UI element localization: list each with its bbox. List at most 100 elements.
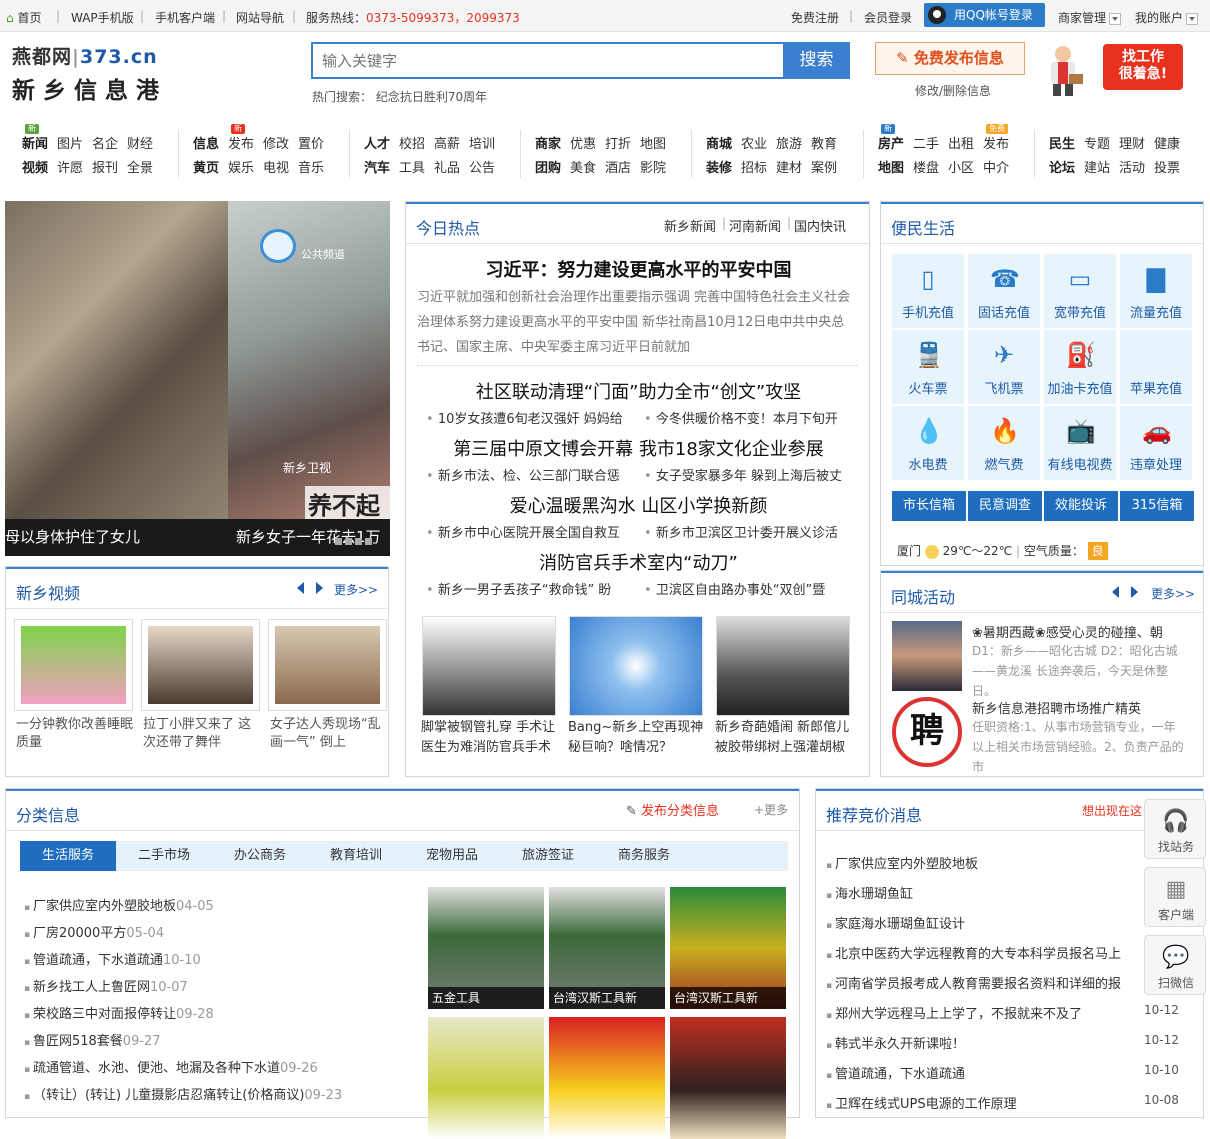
video-caption[interactable]: 一分钟教你改善睡眠质量 (16, 716, 136, 752)
hot-subitem[interactable]: 新乡市中心医院开展全国自救互 (426, 522, 620, 541)
classified-tab[interactable]: 办公商务 (212, 841, 308, 871)
hot-headline[interactable]: 爱心温暖黑沟水 山区小学换新颜 (406, 492, 871, 518)
recommend-item[interactable]: 海水珊瑚鱼缸 (826, 883, 1146, 902)
nav-link[interactable]: 二手 (913, 133, 939, 152)
nav-link[interactable]: 建站 (1084, 157, 1110, 176)
nav-link[interactable]: 装修 (706, 157, 732, 176)
product-image[interactable]: 台湾汉斯工具新 (549, 887, 665, 1009)
nav-link[interactable]: 名企 (92, 133, 118, 152)
next-arrow-icon[interactable] (1131, 586, 1138, 598)
publish-classified-link[interactable]: ✎ 发布分类信息 (626, 800, 719, 819)
hot-subitem[interactable]: 女子受家暴多年 躲到上海后被丈 (644, 465, 842, 484)
hot-headline[interactable]: 第三届中原文博会开幕 我市18家文化企业参展 (406, 435, 871, 461)
nav-link[interactable]: 打折 (605, 133, 631, 152)
classified-tab[interactable]: 生活服务 (20, 841, 116, 871)
nav-link[interactable]: 酒店 (605, 157, 631, 176)
float-headset-button[interactable]: 🎧 找站务 (1144, 799, 1206, 859)
float-qrcode-button[interactable]: ▦ 客户端 (1144, 867, 1206, 927)
wap-link[interactable]: WAP手机版 (71, 9, 134, 26)
recommend-item[interactable]: 河南省学员报考成人教育需要报名资料和详细的报 (826, 973, 1146, 992)
nav-link[interactable]: 地图 (878, 157, 904, 176)
news-photo[interactable] (422, 616, 556, 716)
service-landline[interactable]: ☎ 固话充值 (968, 254, 1040, 328)
service-car[interactable]: 🚗 违章处理 (1120, 406, 1192, 480)
nav-link[interactable]: 音乐 (298, 157, 324, 176)
news-photo[interactable] (716, 616, 850, 716)
video-thumbnail[interactable] (141, 619, 260, 711)
nav-link[interactable]: 黄页 (193, 157, 219, 176)
nav-link[interactable]: 发布 (983, 133, 1009, 152)
client-link[interactable]: 手机客户端 (155, 9, 215, 26)
activity-image[interactable] (892, 621, 962, 691)
float-wechat-button[interactable]: 💬 扫微信 (1144, 935, 1206, 995)
hot-subitem[interactable]: 今冬供暖价格不变！本月下旬开 (644, 408, 838, 427)
nav-link[interactable]: 中介 (983, 157, 1009, 176)
service-water[interactable]: 💧 水电费 (892, 406, 964, 480)
edit-info-link[interactable]: 修改/删除信息 (915, 82, 991, 99)
nav-link[interactable]: 论坛 (1049, 157, 1075, 176)
hot-tab[interactable]: 国内快讯 (794, 216, 846, 235)
slide-caption[interactable]: 母以身体护住了女儿 新乡女子一年花去1万 (5, 519, 390, 556)
product-image[interactable] (428, 1017, 544, 1139)
register-link[interactable]: 免费注册 (791, 9, 839, 26)
nav-link[interactable]: 信息 (193, 133, 219, 152)
publish-info-button[interactable]: ✎ 免费发布信息 (875, 42, 1025, 75)
nav-link[interactable]: 校招 (399, 133, 425, 152)
life-button[interactable]: 民意调查 (968, 491, 1042, 521)
nav-link[interactable]: 图片 (57, 133, 83, 152)
nav-link[interactable]: 理财 (1119, 133, 1145, 152)
prev-arrow-icon[interactable] (1112, 586, 1119, 598)
nav-link[interactable]: 活动 (1119, 157, 1145, 176)
service-fuel[interactable]: ⛽ 加油卡充值 (1044, 330, 1116, 404)
news-slideshow[interactable]: 公共频道 新乡卫视 养不起的 母以身体护住了女儿 新乡女子一年花去1万 (5, 201, 390, 556)
nav-link[interactable]: 娱乐 (228, 157, 254, 176)
next-arrow-icon[interactable] (316, 582, 323, 594)
nav-link[interactable]: 报刊 (92, 157, 118, 176)
classified-tab[interactable]: 二手市场 (116, 841, 212, 871)
activity-image[interactable]: 聘 (892, 697, 962, 767)
classified-item[interactable]: 管道疏通，下水道疏通10-10 (24, 949, 201, 968)
nav-link[interactable]: 商家 (535, 133, 561, 152)
classified-tab[interactable]: 教育培训 (308, 841, 404, 871)
hot-tab[interactable]: 河南新闻 (729, 216, 781, 235)
nav-link[interactable]: 公告 (469, 157, 495, 176)
login-link[interactable]: 会员登录 (864, 9, 912, 26)
video-caption[interactable]: 女子达人秀现场“乱画一气” 倒上 (270, 716, 390, 752)
search-button[interactable]: 搜索 (783, 42, 850, 79)
classified-item[interactable]: 疏通管道、水池、便池、地漏及各种下水道09-26 (24, 1057, 318, 1076)
service-flame[interactable]: 🔥 燃气费 (968, 406, 1040, 480)
service-plane[interactable]: ✈ 飞机票 (968, 330, 1040, 404)
video-thumbnail[interactable] (268, 619, 387, 711)
service-router[interactable]: ▭ 宽带充值 (1044, 254, 1116, 328)
photo-caption[interactable]: 新乡奇葩婚闹 新郎倌儿被胶带绑树上强灌胡椒 (715, 718, 853, 758)
nav-link[interactable]: 工具 (399, 157, 425, 176)
video-thumbnail[interactable] (14, 619, 133, 711)
nav-link[interactable]: 民生 (1049, 133, 1075, 152)
search-input[interactable] (313, 44, 784, 77)
service-signal[interactable]: ▇ 流量充值 (1120, 254, 1192, 328)
home-link[interactable]: ⌂ 首页 (6, 9, 41, 26)
nav-link[interactable]: 楼盘 (913, 157, 939, 176)
recommend-item[interactable]: 韩式半永久开新课啦！ (826, 1033, 1146, 1052)
slide-image[interactable] (5, 201, 228, 519)
nav-link[interactable]: 修改 (263, 133, 289, 152)
job-ad-banner[interactable]: 找工作 很着急! (1035, 40, 1195, 98)
activity-title-link[interactable]: 新乡信息港招聘市场推广精英 (972, 698, 1141, 717)
product-image[interactable]: 台湾汉斯工具新 (670, 887, 786, 1009)
classified-item[interactable]: 荣校路三中对面报停转让09-28 (24, 1003, 214, 1022)
recommend-item[interactable]: 厂家供应室内外塑胶地板 (826, 853, 1146, 872)
activity-title-link[interactable]: ❀暑期西藏❀感受心灵的碰撞、朝 (972, 622, 1163, 641)
video-caption[interactable]: 拉丁小胖又来了 这次还带了舞伴 (143, 716, 263, 752)
activity-more-link[interactable]: 更多>> (1151, 585, 1195, 602)
nav-link[interactable]: 小区 (948, 157, 974, 176)
nav-link[interactable]: 美食 (570, 157, 596, 176)
service-apple[interactable]: 苹果充值 (1120, 330, 1192, 404)
product-image[interactable] (549, 1017, 665, 1139)
nav-link[interactable]: 地图 (640, 133, 666, 152)
product-image[interactable] (670, 1017, 786, 1139)
nav-link[interactable]: 影院 (640, 157, 666, 176)
classified-item[interactable]: 鲁匠网518套餐09-27 (24, 1030, 161, 1049)
hot-subitem[interactable]: 新乡市卫滨区卫计委开展义诊活 (644, 522, 838, 541)
want-listing-link[interactable]: 想出现在这 (1082, 802, 1142, 819)
product-image[interactable]: 五金工具 (428, 887, 544, 1009)
